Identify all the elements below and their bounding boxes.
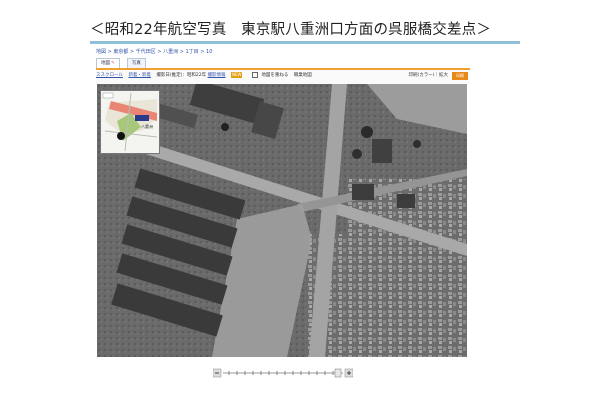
zoom-slider[interactable] xyxy=(213,368,353,378)
pencil-icon: ✎ xyxy=(111,61,115,66)
overlay-checkbox-label: 地図を重ねる xyxy=(261,73,289,78)
new-link[interactable]: 新着・新着 xyxy=(128,73,151,78)
caption-underline xyxy=(90,41,520,44)
minimap-label: 八重洲 xyxy=(141,124,153,129)
overlay-checkbox[interactable] xyxy=(251,71,258,78)
scroll-link[interactable]: ススクロール xyxy=(96,73,123,78)
tab-photo[interactable]: 写真 xyxy=(126,58,146,68)
tab-map[interactable]: 地図✎ xyxy=(96,58,120,68)
breadcrumb[interactable]: 地図 > 東京都 > 千代田区 > 八重洲 > 1丁目 > 10 xyxy=(96,48,212,58)
tab-photo-label: 写真 xyxy=(131,61,141,66)
map-toolbar: ススクロール 新着・新着 撮影日(推定)：昭和22年 撮影情報 NEW 地図を重… xyxy=(96,68,470,84)
print-options[interactable]: 印刷(カラー)｜拡大 xyxy=(408,70,448,82)
photo-info-link[interactable]: 撮影情報 xyxy=(208,73,226,78)
tab-map-label: 地図 xyxy=(101,61,110,66)
view-tabs: 地図✎ 写真 xyxy=(96,58,148,68)
date-text: 撮影日(推定)：昭和22年 xyxy=(156,73,207,78)
print-button[interactable]: 印刷 xyxy=(452,72,468,80)
caption: ＜昭和22年航空写真 東京駅八重洲口方面の呉服橋交差点＞ xyxy=(90,22,492,38)
minimap[interactable]: 八重洲 xyxy=(100,90,160,154)
new-badge: NEW xyxy=(231,72,243,78)
extra-label: 職業地図 xyxy=(293,73,312,78)
